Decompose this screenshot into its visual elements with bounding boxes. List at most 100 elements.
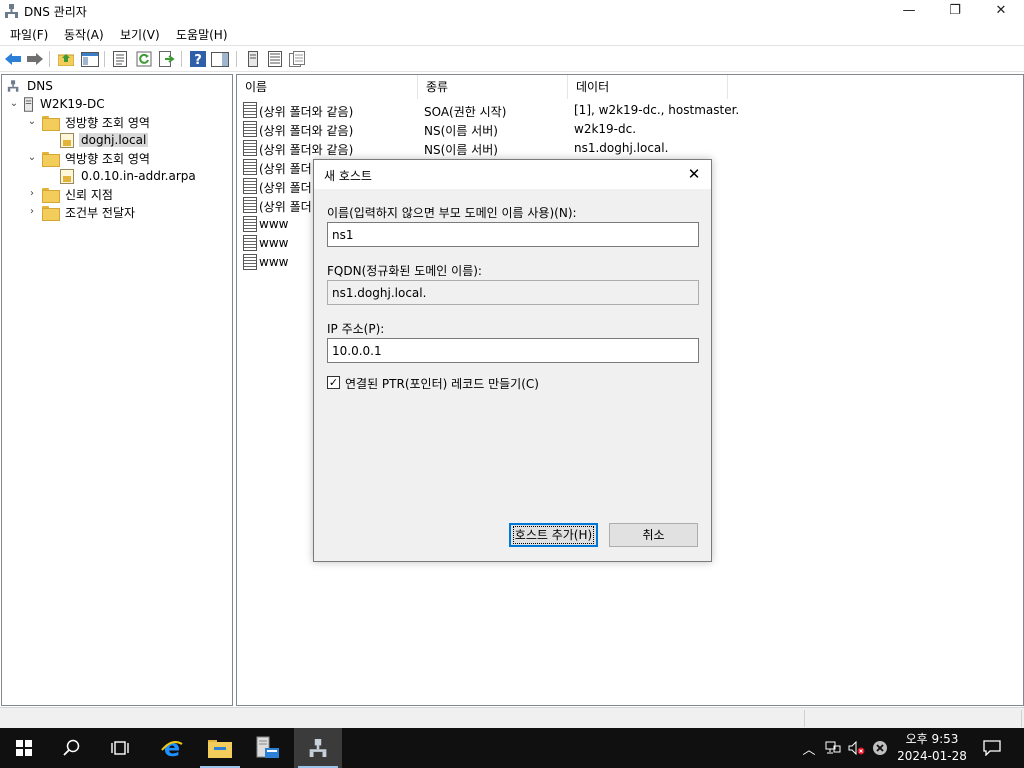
cancel-button[interactable]: 취소 bbox=[609, 523, 698, 547]
tree-node-server[interactable]: ⌄ W2K19-DC bbox=[8, 95, 107, 113]
internet-explorer-button[interactable]: e bbox=[148, 728, 196, 768]
tree-label-conditional-forwarders: 조건부 전달자 bbox=[65, 205, 136, 220]
server-icon[interactable] bbox=[243, 49, 263, 69]
show-hide-console-tree-icon[interactable] bbox=[80, 49, 100, 69]
record-list-icon[interactable] bbox=[265, 49, 285, 69]
dialog-close-button[interactable]: ✕ bbox=[681, 162, 707, 186]
record-icon bbox=[243, 216, 257, 232]
zone-icon bbox=[60, 168, 74, 184]
tree-label-reverse-zones: 역방향 조회 영역 bbox=[65, 151, 150, 166]
taskbar: e ︿ 오후 9:53 2024-01-28 bbox=[0, 728, 1024, 768]
search-icon bbox=[63, 739, 80, 756]
tree-node-reverse-zones[interactable]: ⌄ 역방향 조회 영역 bbox=[26, 149, 152, 167]
record-data: w2k19-dc. bbox=[574, 122, 637, 136]
host-name-input[interactable] bbox=[327, 222, 699, 247]
record-name: (상위 폴더 bbox=[259, 200, 312, 214]
forward-arrow-icon[interactable] bbox=[25, 49, 45, 69]
system-clock[interactable]: 오후 9:53 2024-01-28 bbox=[894, 731, 970, 765]
folder-icon bbox=[42, 205, 60, 221]
record-data: [1], w2k19-dc., hostmaster. bbox=[574, 103, 740, 117]
refresh-icon[interactable] bbox=[134, 49, 154, 69]
collapse-chevron-icon[interactable]: › bbox=[26, 188, 38, 200]
search-button[interactable] bbox=[48, 728, 96, 768]
record-icon bbox=[243, 254, 257, 270]
record-name: (상위 폴더 bbox=[259, 181, 312, 195]
toolbar: ? bbox=[0, 45, 1024, 72]
expand-chevron-icon[interactable]: ⌄ bbox=[26, 152, 38, 164]
add-host-button[interactable]: 호스트 추가(H) bbox=[509, 523, 598, 547]
file-explorer-icon bbox=[208, 740, 232, 758]
table-row[interactable]: (상위 폴더와 같음) NS(이름 서버) ns1.doghj.local. bbox=[241, 139, 1021, 158]
expand-chevron-icon[interactable]: ⌄ bbox=[26, 116, 38, 128]
record-name: www bbox=[259, 236, 289, 250]
tree-node-conditional-forwarders[interactable]: › 조건부 전달자 bbox=[26, 203, 137, 221]
tree-node-forward-zones[interactable]: ⌄ 정방향 조회 영역 bbox=[26, 113, 152, 131]
column-header-data[interactable]: 데이터 bbox=[568, 75, 728, 99]
up-folder-icon[interactable] bbox=[56, 49, 76, 69]
create-ptr-checkbox[interactable]: ✓ bbox=[327, 376, 340, 389]
collapse-chevron-icon[interactable]: › bbox=[26, 206, 38, 218]
maximize-button[interactable]: ❐ bbox=[932, 0, 978, 22]
column-header-type[interactable]: 종류 bbox=[418, 75, 568, 99]
tree-label-dns: DNS bbox=[27, 79, 53, 93]
notification-error-icon[interactable] bbox=[871, 740, 889, 756]
record-name: www bbox=[259, 255, 289, 269]
file-explorer-button[interactable] bbox=[196, 728, 244, 768]
zone-icon bbox=[60, 132, 74, 148]
tree-label-trust-points: 신뢰 지점 bbox=[65, 187, 113, 202]
column-header-name[interactable]: 이름 bbox=[237, 75, 418, 99]
create-ptr-label: 연결된 PTR(포인터) 레코드 만들기(C) bbox=[345, 377, 539, 391]
tree-label-server: W2K19-DC bbox=[40, 97, 105, 111]
zone-record-icon[interactable] bbox=[287, 49, 307, 69]
table-row[interactable]: (상위 폴더와 같음) NS(이름 서버) w2k19-dc. bbox=[241, 120, 1021, 139]
dns-app-icon bbox=[309, 739, 327, 757]
tree-node-zone-doghj[interactable]: doghj.local bbox=[60, 131, 149, 149]
show-hidden-icons-chevron-icon[interactable]: ︿ bbox=[800, 740, 818, 758]
folder-icon bbox=[42, 151, 60, 167]
record-icon bbox=[243, 178, 257, 194]
task-view-button[interactable] bbox=[96, 728, 144, 768]
start-button[interactable] bbox=[0, 728, 48, 768]
server-manager-button[interactable] bbox=[244, 728, 292, 768]
network-icon[interactable] bbox=[824, 740, 842, 756]
expand-chevron-icon[interactable]: ⌄ bbox=[8, 98, 20, 110]
dialog-title: 새 호스트 bbox=[324, 169, 372, 183]
record-icon bbox=[243, 235, 257, 251]
record-type: NS(이름 서버) bbox=[424, 143, 498, 157]
menu-view[interactable]: 보기(V) bbox=[120, 26, 160, 43]
menu-action[interactable]: 동작(A) bbox=[64, 26, 104, 43]
record-type: SOA(권한 시작) bbox=[424, 105, 507, 119]
dns-manager-taskbar-button[interactable] bbox=[294, 728, 342, 768]
console-tree: DNS ⌄ W2K19-DC ⌄ 정방향 조회 영역 doghj.local ⌄… bbox=[1, 74, 233, 706]
export-list-icon[interactable] bbox=[157, 49, 177, 69]
clock-time: 오후 9:53 bbox=[905, 732, 959, 746]
ip-address-label: IP 주소(P): bbox=[327, 322, 385, 336]
menu-file[interactable]: 파일(F) bbox=[10, 26, 48, 43]
record-icon bbox=[243, 197, 257, 213]
record-icon bbox=[243, 140, 257, 156]
tree-label-zone-doghj: doghj.local bbox=[79, 133, 149, 147]
close-button[interactable]: ✕ bbox=[978, 0, 1024, 22]
volume-muted-icon[interactable] bbox=[848, 740, 866, 756]
record-data: ns1.doghj.local. bbox=[574, 141, 669, 155]
record-icon bbox=[243, 159, 257, 175]
window-title: DNS 관리자 bbox=[24, 5, 87, 19]
action-pane-icon[interactable] bbox=[210, 49, 230, 69]
back-arrow-icon[interactable] bbox=[3, 49, 23, 69]
menu-help[interactable]: 도움말(H) bbox=[176, 26, 228, 43]
ip-address-input[interactable] bbox=[327, 338, 699, 363]
properties-icon[interactable] bbox=[110, 49, 130, 69]
tree-label-reverse-zone-item: 0.0.10.in-addr.arpa bbox=[81, 169, 196, 183]
table-row[interactable]: (상위 폴더와 같음) SOA(권한 시작) [1], w2k19-dc., h… bbox=[241, 101, 1021, 120]
server-manager-icon bbox=[256, 736, 279, 758]
tree-node-dns[interactable]: DNS bbox=[7, 77, 55, 95]
help-icon[interactable]: ? bbox=[188, 49, 208, 69]
tree-node-reverse-zone-item[interactable]: 0.0.10.in-addr.arpa bbox=[60, 167, 198, 185]
tree-node-trust-points[interactable]: › 신뢰 지점 bbox=[26, 185, 115, 203]
server-icon bbox=[24, 96, 33, 112]
windows-logo-icon bbox=[16, 740, 32, 756]
clock-date: 2024-01-28 bbox=[897, 749, 967, 763]
status-divider bbox=[1021, 710, 1022, 727]
action-center-icon[interactable] bbox=[982, 740, 1002, 756]
minimize-button[interactable]: — bbox=[886, 0, 932, 22]
